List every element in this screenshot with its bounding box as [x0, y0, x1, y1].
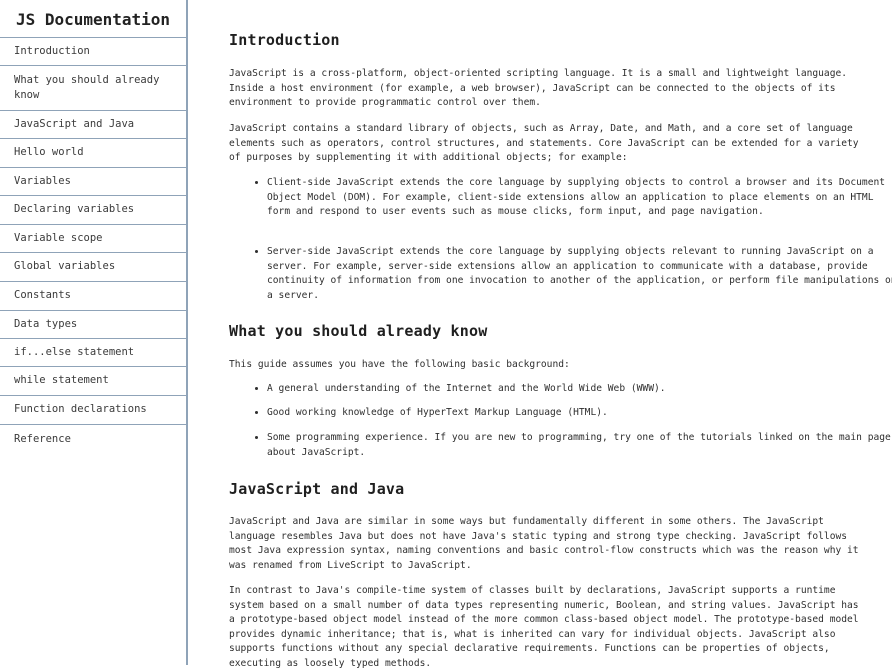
list-item: A general understanding of the Internet …: [267, 382, 892, 397]
paragraph: In contrast to Java's compile-time syste…: [229, 585, 859, 669]
sidebar-item-hello-world[interactable]: Hello world: [0, 139, 186, 168]
sidebar-item-constants[interactable]: Constants: [0, 282, 186, 311]
sidebar-item-variable-scope[interactable]: Variable scope: [0, 225, 186, 253]
list-item: Good working knowledge of HyperText Mark…: [267, 406, 892, 421]
sidebar-item-global-variables[interactable]: Global variables: [0, 253, 186, 282]
section-title-javascript-and-java: JavaScript and Java: [229, 480, 405, 498]
sidebar-item-what-you-should-already-know[interactable]: What you should already know: [0, 66, 186, 111]
paragraph: JavaScript contains a standard library o…: [229, 123, 859, 164]
sidebar-item-introduction[interactable]: Introduction: [0, 38, 186, 66]
sidebar-item-while-statement[interactable]: while statement: [0, 367, 186, 396]
section-title-introduction: Introduction: [229, 31, 340, 49]
list-item: Server-side JavaScript extends the core …: [267, 245, 892, 303]
paragraph: This guide assumes you have the followin…: [229, 359, 570, 370]
bullet-list: Some programming experience. If you are …: [229, 431, 892, 460]
navbar: JS Documentation Introduction What you s…: [0, 0, 188, 665]
section-title-what-you-should-already-know: What you should already know: [229, 322, 488, 340]
bullet-list: Server-side JavaScript extends the core …: [229, 245, 892, 303]
sidebar-item-if-else-statement[interactable]: if...else statement: [0, 339, 186, 367]
sidebar-title: JS Documentation: [0, 0, 186, 38]
paragraph: JavaScript is a cross-platform, object-o…: [229, 68, 848, 109]
sidebar-item-data-types[interactable]: Data types: [0, 311, 186, 339]
bullet-list: Client-side JavaScript extends the core …: [229, 176, 892, 220]
paragraph: JavaScript and Java are similar in some …: [229, 516, 859, 571]
sidebar-item-declaring-variables[interactable]: Declaring variables: [0, 196, 186, 225]
sidebar-item-reference[interactable]: Reference: [0, 425, 186, 455]
bullet-list: A general understanding of the Internet …: [229, 382, 892, 397]
sidebar-item-function-declarations[interactable]: Function declarations: [0, 396, 186, 425]
list-item: Some programming experience. If you are …: [267, 431, 892, 460]
list-item: Client-side JavaScript extends the core …: [267, 176, 892, 220]
bullet-list: Good working knowledge of HyperText Mark…: [229, 406, 892, 421]
sidebar-item-variables[interactable]: Variables: [0, 168, 186, 196]
sidebar-item-javascript-and-java[interactable]: JavaScript and Java: [0, 111, 186, 139]
